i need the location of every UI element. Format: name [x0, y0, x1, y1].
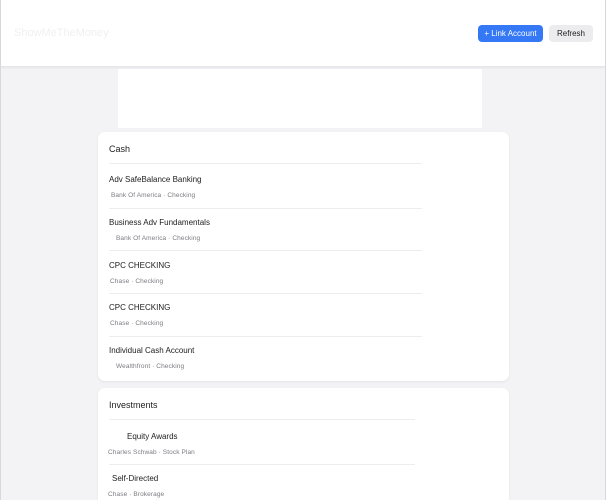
section-title-cash: Cash [109, 144, 131, 154]
account-row[interactable]: CPC CHECKING Chase · Checking [98, 261, 509, 303]
section-divider [109, 419, 415, 420]
row-divider [109, 208, 422, 209]
account-name: CPC CHECKING [109, 303, 171, 312]
account-detail: Charles Schwab · Stock Plan [108, 449, 195, 456]
investments-section-card: Investments Equity Awards Charles Schwab… [98, 388, 509, 500]
app-window: ShowMeTheMoney + Link Account Refresh Ca… [0, 0, 606, 500]
summary-panel [118, 69, 482, 128]
account-name: Business Adv Fundamentals [109, 218, 210, 227]
account-row[interactable]: Business Adv Fundamentals Bank Of Americ… [98, 218, 509, 260]
row-divider [109, 464, 415, 465]
account-row[interactable]: CPC CHECKING Chase · Checking [98, 303, 509, 345]
account-detail: Chase · Checking [110, 278, 164, 285]
account-row[interactable]: Self-Directed Chase · Brokerage [98, 474, 509, 500]
section-title-investments: Investments [109, 400, 158, 410]
account-name: CPC CHECKING [109, 261, 171, 270]
cash-section-card: Cash Adv SafeBalance Banking Bank Of Ame… [98, 132, 509, 381]
account-row[interactable]: Individual Cash Account Wealthfront · Ch… [98, 346, 509, 388]
account-detail: Wealthfront · Checking [116, 363, 185, 370]
account-row[interactable]: Equity Awards Charles Schwab · Stock Pla… [98, 432, 509, 474]
account-name: Self-Directed [112, 474, 159, 483]
row-divider [109, 250, 422, 251]
account-name: Adv SafeBalance Banking [109, 175, 202, 184]
link-account-button[interactable]: + Link Account [478, 25, 543, 42]
account-name: Equity Awards [127, 432, 178, 441]
account-name: Individual Cash Account [109, 346, 195, 355]
refresh-button[interactable]: Refresh [549, 25, 593, 42]
row-divider [109, 293, 422, 294]
top-bar: ShowMeTheMoney + Link Account Refresh [1, 0, 605, 67]
account-detail: Chase · Brokerage [108, 491, 165, 498]
account-detail: Chase · Checking [110, 320, 164, 327]
app-brand: ShowMeTheMoney [14, 27, 109, 39]
account-detail: Bank Of America · Checking [116, 235, 201, 242]
section-divider [109, 163, 422, 164]
row-divider [109, 336, 422, 337]
account-detail: Bank Of America · Checking [111, 192, 196, 199]
account-row[interactable]: Adv SafeBalance Banking Bank Of America … [98, 175, 509, 217]
